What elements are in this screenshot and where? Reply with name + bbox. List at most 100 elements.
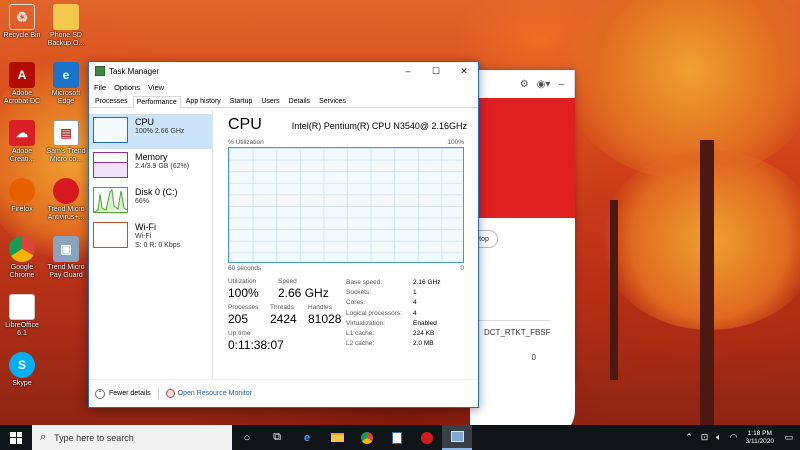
tab-startup[interactable]: Startup (226, 95, 257, 107)
desktop-icon-skype[interactable]: S Skype (0, 352, 44, 388)
resource-title: Disk 0 (C:) (135, 187, 178, 197)
graph-label: % Utilization (228, 139, 264, 146)
libreoffice-icon (9, 294, 35, 320)
divider (470, 320, 550, 321)
resource-cpu[interactable]: CPU 100% 2.66 GHz (89, 114, 212, 149)
menu-bar: File Options View (89, 80, 478, 94)
account-icon[interactable]: ◉▾ (537, 79, 551, 90)
desktop-icon-chrome[interactable]: Google Chrome (0, 236, 44, 280)
fewer-details-button[interactable]: ⌃ Fewer details (95, 388, 151, 399)
cpu-detail-panel: CPU Intel(R) Pentium(R) CPU N3540@ 2.16G… (213, 110, 478, 379)
disk-thumbnail (93, 187, 128, 213)
minimize-button[interactable]: – (394, 62, 422, 80)
desktop-icon-firefox[interactable]: Firefox (0, 178, 44, 214)
threads-value: 2424 (270, 312, 297, 326)
resource-title: Wi-Fi (135, 222, 156, 232)
resource-subtitle: 100% 2.66 GHz (135, 128, 185, 135)
cortana-icon[interactable]: ○ (232, 425, 262, 450)
task-view-icon[interactable]: ⧉ (262, 425, 292, 450)
desktop-icon-libreoffice[interactable]: LibreOffice 6.1 (0, 294, 44, 338)
desktop-icon-trend-antivirus[interactable]: Trend Micro Antivirus+... (44, 178, 88, 222)
search-placeholder: Type here to search (54, 432, 134, 443)
detail-key: Cores: (346, 299, 366, 307)
performance-body: CPU 100% 2.66 GHz Memory 2.4/3.9 GB (62%… (89, 110, 478, 379)
tab-details[interactable]: Details (285, 95, 314, 107)
menu-view[interactable]: View (148, 83, 164, 92)
desktop-icon-acrobat[interactable]: A Adobe Acrobat DC (0, 62, 44, 106)
desktop-icon-label: LibreOffice 6.1 (5, 322, 39, 337)
resource-list: CPU 100% 2.66 GHz Memory 2.4/3.9 GB (62%… (89, 110, 213, 379)
desktop-icon-recycle-bin[interactable]: ♻ Recycle Bin (0, 4, 44, 40)
task-manager-taskbar-icon[interactable] (442, 425, 472, 450)
cpu-stats: Utilization 100% Speed 2.66 GHz Processe… (228, 278, 467, 356)
edge-taskbar-icon[interactable]: e (292, 425, 322, 450)
cpu-details-table: Base speed: 2.16 GHz Sockets: 1 Cores: 4 Lo… (346, 278, 467, 356)
cpu-thumbnail (93, 117, 128, 143)
stat-label: Handles (308, 304, 332, 311)
stat-label: Processes (228, 304, 259, 311)
detail-value: 4 (413, 299, 417, 307)
title-bar[interactable]: Task Manager – ☐ ✕ (89, 62, 478, 80)
resource-memory[interactable]: Memory 2.4/3.9 GB (62%) (89, 149, 212, 184)
tab-processes[interactable]: Processes (91, 95, 132, 107)
minimize-icon[interactable]: – (558, 79, 564, 90)
tab-services[interactable]: Services (315, 95, 350, 107)
gear-icon[interactable]: ⚙ (520, 79, 529, 90)
uptime-value: 0:11:38:07 (228, 338, 284, 352)
file-explorer-icon[interactable] (322, 425, 352, 450)
tab-users[interactable]: Users (257, 95, 283, 107)
bg-app-count: 0 (531, 353, 536, 362)
detail-value: 224 KB (413, 330, 435, 338)
resource-subtitle: 66% (135, 198, 150, 205)
resource-subtitle: Wi-Fi (135, 233, 152, 240)
acrobat-icon: A (9, 62, 35, 88)
menu-options[interactable]: Options (114, 83, 140, 92)
chrome-taskbar-icon[interactable] (352, 425, 382, 450)
edge-icon: e (53, 62, 79, 88)
chevron-up-icon[interactable]: ⌃ (685, 432, 693, 443)
firefox-icon (9, 178, 35, 204)
notification-center-icon[interactable]: ▭ (782, 425, 796, 450)
cpu-heading: CPU (228, 116, 262, 133)
maximize-button[interactable]: ☐ (422, 62, 450, 80)
wifi-thumbnail (93, 222, 128, 248)
chevron-up-icon: ⌃ (95, 388, 105, 399)
tab-performance[interactable]: Performance (132, 96, 181, 108)
memory-thumbnail (93, 152, 128, 178)
resource-disk[interactable]: Disk 0 (C:) 66% (89, 184, 212, 219)
detail-value: Enabled (413, 319, 437, 327)
taskbar-search-box[interactable]: ⌕ Type here to search (32, 425, 232, 450)
desktop-icon-pay-guard[interactable]: ▣ Trend Micro Pay Guard (44, 236, 88, 280)
search-icon: ⌕ (40, 431, 47, 443)
document-icon: ▤ (53, 120, 79, 146)
tab-app-history[interactable]: App history (182, 95, 225, 107)
graph-max-label: 100% (447, 139, 464, 146)
graph-axis-left: 60 seconds (228, 265, 262, 272)
handles-value: 81028 (308, 312, 342, 326)
desktop-icon-label: Phone SD Backup O... (47, 32, 85, 47)
network-icon[interactable]: ⊡ (701, 432, 709, 443)
desktop-icon-edge[interactable]: e Microsoft Edge (44, 62, 88, 106)
processes-value: 205 (228, 312, 249, 326)
detail-key: L2 cache: (346, 340, 375, 348)
creative-cloud-icon: ☁ (9, 120, 35, 146)
desktop-icon-phone-backup[interactable]: Phone SD Backup O... (44, 4, 88, 48)
menu-file[interactable]: File (94, 83, 106, 92)
wifi-icon[interactable]: ◠ (730, 432, 738, 443)
desktop-icon-creative-cloud[interactable]: ☁ Adobe Creati... (0, 120, 44, 164)
desktop-icon-label: Recycle Bin (3, 32, 41, 39)
disk-activity-graph (94, 188, 127, 212)
task-manager-footer: ⌃ Fewer details Open Resource Monitor (89, 379, 478, 407)
desktop-icon-label: Microsoft Edge (51, 90, 81, 105)
open-resource-monitor-link[interactable]: Open Resource Monitor (165, 389, 252, 398)
close-button[interactable]: ✕ (450, 62, 478, 80)
clock[interactable]: 1:18 PM 3/11/2020 (746, 430, 774, 446)
start-button[interactable] (0, 425, 32, 450)
desktop-icon-trend-document[interactable]: ▤ Sam's Trend Micro co... (44, 120, 88, 164)
document-taskbar-icon[interactable] (382, 425, 412, 450)
resource-wifi[interactable]: Wi-Fi Wi-Fi S: 0 R: 0 Kbps (89, 219, 212, 254)
cpu-utilization-graph (228, 147, 464, 263)
trend-micro-taskbar-icon[interactable] (412, 425, 442, 450)
folder-icon (53, 4, 79, 30)
volume-icon[interactable]: 🔈︎ (716, 432, 721, 443)
